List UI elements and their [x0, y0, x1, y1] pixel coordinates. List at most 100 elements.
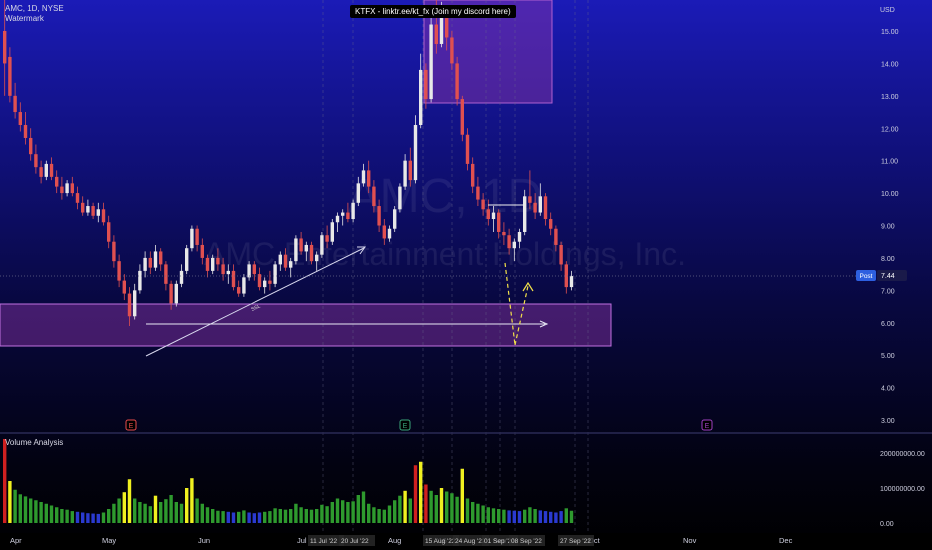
- price-tick-label: 5.00: [881, 353, 895, 360]
- candle-body: [351, 202, 355, 220]
- candle-body: [517, 231, 522, 242]
- demand-zone[interactable]: [0, 303, 612, 347]
- candle-body: [455, 63, 459, 100]
- volume-bar: [278, 509, 282, 523]
- post-badge: Post: [859, 273, 872, 280]
- candle-body: [190, 228, 194, 249]
- volume-bar: [179, 503, 184, 523]
- month-label: Dec: [779, 536, 793, 545]
- candle-body: [278, 254, 282, 265]
- price-tick-label: 10.00: [881, 191, 899, 198]
- volume-bar: [81, 512, 85, 523]
- earnings-markers: EEE: [125, 419, 713, 431]
- symbol-line[interactable]: AMC, 1D, NYSE: [5, 4, 64, 14]
- volume-bar: [237, 511, 241, 523]
- volume-axis[interactable]: 200000000.00 100000000.00 0.00: [880, 451, 925, 528]
- volume-bar: [341, 500, 345, 523]
- volume-bar: [393, 500, 397, 523]
- candle-body: [408, 160, 412, 181]
- volume-bar: [559, 511, 563, 523]
- volume-bar: [398, 495, 402, 523]
- candle-body: [169, 283, 173, 304]
- volume-bar: [55, 507, 59, 523]
- candle-body: [159, 251, 163, 265]
- candle-body: [44, 163, 48, 177]
- volume-bar: [419, 461, 423, 523]
- volume-bar: [502, 509, 506, 523]
- candle-body: [148, 257, 152, 268]
- candle-body: [361, 170, 366, 184]
- month-label: May: [102, 536, 116, 545]
- candle-body: [471, 163, 475, 187]
- candle-body: [330, 222, 334, 242]
- candle-body: [91, 206, 95, 216]
- candle-body: [200, 244, 204, 258]
- candle-body: [569, 276, 574, 288]
- date-label: 11 Jul '22: [310, 538, 338, 545]
- volume-bar: [554, 512, 558, 523]
- volume-bar: [190, 478, 194, 523]
- volume-bar: [315, 509, 319, 523]
- candle-body: [450, 37, 454, 64]
- volume-bar: [242, 510, 246, 523]
- price-chart[interactable]: AMC, 1D AMC Entertainment Holdings, Inc.…: [0, 0, 932, 550]
- indicator-name[interactable]: Watermark: [5, 14, 64, 24]
- date-label: 27 Sep '22: [560, 538, 591, 545]
- volume-bar: [320, 504, 324, 523]
- candle-body: [533, 202, 537, 213]
- volume-bar: [543, 511, 548, 523]
- volume-bar: [18, 494, 22, 523]
- volume-bar: [75, 511, 80, 523]
- volume-bar: [8, 481, 12, 523]
- volume-bar: [564, 508, 568, 523]
- volume-bar: [231, 512, 236, 523]
- volume-bar: [205, 507, 210, 523]
- candle-body: [23, 125, 28, 138]
- candle-body: [559, 244, 563, 265]
- volume-panel-title[interactable]: Volume Analysis: [5, 438, 63, 447]
- candle-body: [294, 238, 298, 262]
- candle-body: [434, 24, 438, 44]
- volume-bar: [283, 509, 288, 523]
- volume-bar: [403, 490, 407, 523]
- volume-bar: [533, 509, 537, 523]
- volume-bar: [528, 507, 532, 523]
- volume-bar: [476, 503, 480, 523]
- volume-bar: [117, 498, 121, 523]
- candle-body: [429, 24, 433, 100]
- header: AMC, 1D, NYSE Watermark: [5, 4, 64, 24]
- volume-bar: [252, 513, 256, 523]
- volume-bar: [247, 512, 251, 523]
- candle-body: [320, 235, 324, 255]
- candle-body: [283, 254, 288, 268]
- currency-label: USD: [880, 7, 895, 14]
- candle-body: [174, 283, 178, 304]
- volume-bar: [330, 502, 334, 523]
- candle-body: [252, 264, 256, 275]
- month-label: Apr: [10, 536, 22, 545]
- volume-bar: [216, 510, 220, 523]
- volume-bar: [91, 513, 95, 523]
- candle-body: [60, 186, 64, 194]
- candle-body: [424, 69, 428, 100]
- candle-body: [393, 209, 397, 229]
- volume-bar: [70, 511, 74, 523]
- volume-bar: [455, 496, 459, 523]
- candle-body: [341, 212, 345, 216]
- candle-body: [502, 231, 506, 236]
- volume-bar: [491, 508, 496, 523]
- price-tick-label: 3.00: [881, 418, 895, 425]
- volume-bar: [486, 507, 490, 523]
- date-label: 20 Jul '22: [341, 538, 369, 545]
- volume-bar: [133, 498, 137, 523]
- candle-body: [143, 257, 147, 271]
- price-axis[interactable]: 15.00 14.00 13.00 12.00 11.00 10.00 9.00 8.00 7.…: [881, 29, 899, 425]
- candle-body: [127, 293, 132, 317]
- volume-bar: [351, 501, 355, 523]
- candle-body: [185, 248, 189, 271]
- candle-body: [112, 241, 116, 262]
- earnings-marker-label: E: [705, 423, 710, 430]
- volume-bar: [335, 498, 340, 523]
- volume-bar: [481, 505, 485, 523]
- candle-body: [29, 137, 33, 155]
